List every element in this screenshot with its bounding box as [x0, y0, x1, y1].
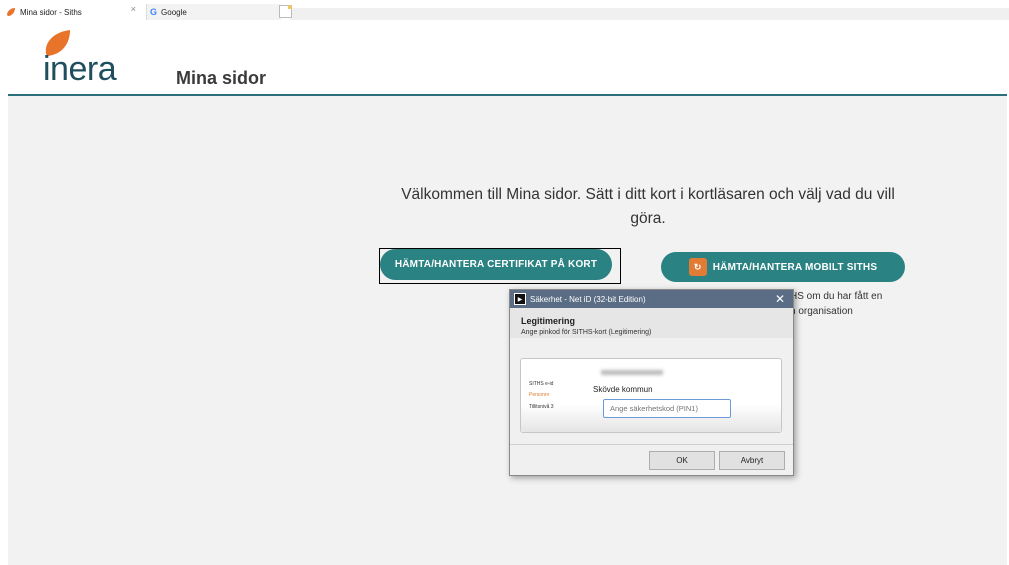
welcome-line-1: Välkommen till Mina sidor. Sätt i ditt k… [401, 186, 895, 203]
button-label: HÄMTA/HANTERA MOBILT SITHS [712, 261, 878, 273]
welcome-text: Välkommen till Mina sidor. Sätt i ditt k… [368, 183, 928, 231]
tab-label: Google [161, 7, 187, 17]
main-content: Välkommen till Mina sidor. Sätt i ditt k… [8, 96, 1007, 565]
pin-input[interactable] [603, 399, 731, 418]
card-label-personnr: Personnr [529, 392, 550, 398]
redacted-name [601, 370, 663, 375]
manage-mobile-siths-button[interactable]: ↻ HÄMTA/HANTERA MOBILT SITHS [661, 252, 905, 282]
inera-favicon-icon [7, 8, 15, 16]
dialog-heading: Legitimering [521, 316, 576, 326]
card-info-box: SITHS e-id Personnr Tillitsnivå 3 Skövde… [520, 358, 782, 433]
close-icon[interactable]: ✕ [775, 292, 785, 306]
ok-button[interactable]: OK [649, 451, 715, 470]
dialog-subtitle: Ange pinkod för SITHS-kort (Legitimering… [521, 329, 652, 336]
dialog-title: Säkerhet - Net iD (32-bit Edition) [530, 294, 646, 304]
card-label-siths: SITHS e-id [529, 381, 554, 387]
welcome-line-2: göra. [630, 210, 666, 227]
site-header: inera Mina sidor [0, 20, 1009, 94]
info-line-1: HS om du har fått en [790, 291, 883, 302]
netid-app-icon: ▶ [514, 293, 526, 305]
dialog-separator [510, 444, 793, 445]
organization-name: Skövde kommun [593, 385, 653, 394]
new-tab-button[interactable] [279, 5, 292, 18]
dialog-header: Legitimering Ange pinkod för SITHS-kort … [510, 308, 793, 338]
card-label-level: Tillitsnivå 3 [529, 404, 554, 410]
page-title: Mina sidor [176, 68, 267, 88]
tab-label: Mina sidor - Siths [20, 7, 82, 17]
tab-google[interactable]: G Google [146, 4, 281, 20]
tab-strip-background [290, 8, 1009, 20]
mobile-siths-icon: ↻ [688, 258, 707, 276]
info-line-2: n organisation [790, 306, 853, 317]
logo-text[interactable]: inera [43, 50, 117, 89]
manage-card-certificate-button[interactable]: HÄMTA/HANTERA CERTIFIKAT PÅ KORT [380, 249, 612, 280]
tab-mina-sidor[interactable]: Mina sidor - Siths × [6, 4, 142, 20]
tab-close-icon[interactable]: × [131, 4, 136, 14]
netid-pin-dialog: ▶ Säkerhet - Net iD (32-bit Edition) ✕ L… [509, 289, 794, 476]
mobile-siths-info: HS om du har fått en n organisation [790, 289, 882, 319]
browser-tab-strip: Mina sidor - Siths × G Google [0, 0, 1009, 20]
dialog-titlebar[interactable]: ▶ Säkerhet - Net iD (32-bit Edition) ✕ [510, 290, 793, 308]
google-favicon-icon: G [150, 7, 158, 17]
cancel-button[interactable]: Avbryt [719, 451, 785, 470]
button-label: HÄMTA/HANTERA CERTIFIKAT PÅ KORT [394, 259, 598, 270]
